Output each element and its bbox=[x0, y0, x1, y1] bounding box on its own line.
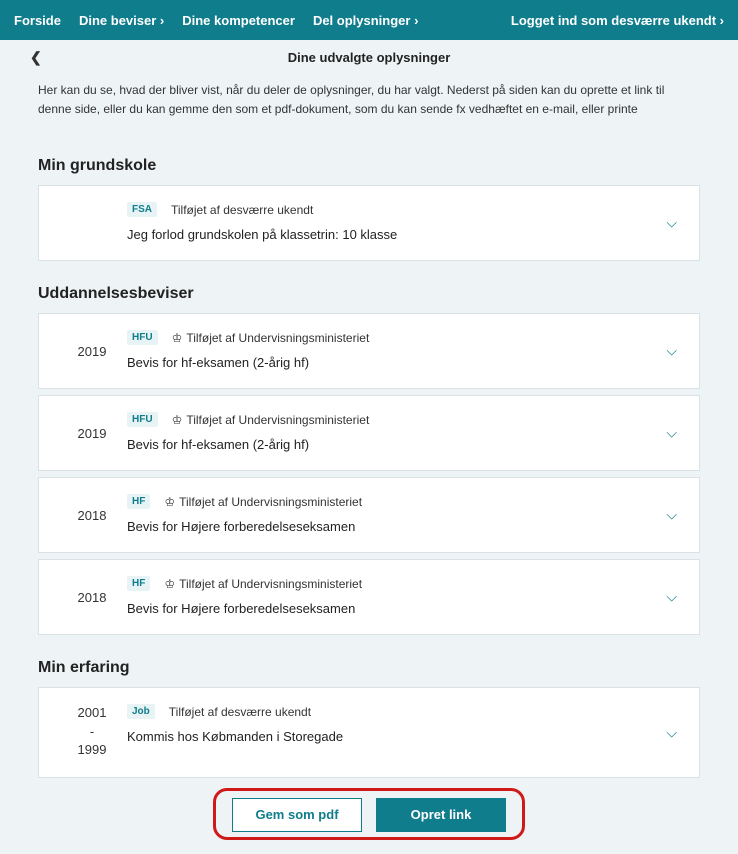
year-col: 2019 bbox=[57, 330, 127, 359]
card-topline: Job Tilføjet af desværre ukendt bbox=[127, 704, 681, 719]
tag-job: Job bbox=[127, 704, 155, 719]
section-erfaring: Min erfaring 2001 - 1999 Job Tilføjet af… bbox=[0, 659, 738, 778]
section-title-grundskole: Min grundskole bbox=[38, 157, 700, 175]
card-desc: Bevis for hf-eksamen (2-årig hf) bbox=[127, 437, 681, 452]
year-col: 2018 bbox=[57, 576, 127, 605]
crown-icon: ♔ bbox=[172, 413, 183, 427]
card-desc: Kommis hos Købmanden i Storegade bbox=[127, 729, 681, 744]
card-topline: HF ♔ Tilføjet af Undervisningsministeriet bbox=[127, 576, 681, 591]
tag-fsa: FSA bbox=[127, 202, 157, 217]
card-body: HFU ♔Tilføjet af Undervisningsministerie… bbox=[127, 412, 681, 452]
chevron-down-icon[interactable]: ⌵ bbox=[666, 589, 677, 606]
uddannelse-card[interactable]: 2019 HFU ♔Tilføjet af Undervisningsminis… bbox=[38, 313, 700, 389]
added-by: Tilføjet af desværre ukendt bbox=[169, 705, 311, 719]
card-body: HF ♔ Tilføjet af Undervisningsministeriet… bbox=[127, 576, 681, 616]
added-by-text: Tilføjet af Undervisningsministeriet bbox=[179, 577, 362, 591]
added-by-text: Tilføjet af Undervisningsministeriet bbox=[186, 331, 369, 345]
year-to: 1999 bbox=[57, 741, 127, 759]
card-desc: Bevis for Højere forberedelseseksamen bbox=[127, 519, 681, 534]
card-body: Job Tilføjet af desværre ukendt Kommis h… bbox=[127, 704, 681, 744]
nav-del-oplysninger[interactable]: Del oplysninger › bbox=[313, 13, 418, 28]
nav-logged-in-user[interactable]: Logget ind som desværre ukendt › bbox=[511, 13, 724, 28]
grundskole-card[interactable]: FSA Tilføjet af desværre ukendt Jeg forl… bbox=[38, 185, 700, 261]
card-desc: Jeg forlod grundskolen på klassetrin: 10… bbox=[127, 227, 681, 242]
chevron-down-icon[interactable]: ⌵ bbox=[666, 507, 677, 524]
uddannelse-card[interactable]: 2018 HF ♔ Tilføjet af Undervisningsminist… bbox=[38, 477, 700, 553]
create-link-button[interactable]: Opret link bbox=[376, 798, 506, 832]
section-uddannelse: Uddannelsesbeviser 2019 HFU ♔Tilføjet af… bbox=[0, 285, 738, 635]
section-title-uddannelse: Uddannelsesbeviser bbox=[38, 285, 700, 303]
card-topline: HFU ♔Tilføjet af Undervisningsministerie… bbox=[127, 412, 681, 427]
chevron-down-icon[interactable]: ⌵ bbox=[666, 724, 677, 741]
added-by-text: Tilføjet af Undervisningsministeriet bbox=[179, 495, 362, 509]
uddannelse-card[interactable]: 2019 HFU ♔Tilføjet af Undervisningsminis… bbox=[38, 395, 700, 471]
card-body: FSA Tilføjet af desværre ukendt Jeg forl… bbox=[127, 202, 681, 242]
subheader: ❮ Dine udvalgte oplysninger bbox=[0, 40, 738, 77]
card-topline: HFU ♔Tilføjet af Undervisningsministerie… bbox=[127, 330, 681, 345]
section-grundskole: Min grundskole FSA Tilføjet af desværre … bbox=[0, 157, 738, 261]
card-body: HFU ♔Tilføjet af Undervisningsministerie… bbox=[127, 330, 681, 370]
year-sep: - bbox=[57, 723, 127, 741]
crown-icon: ♔ bbox=[164, 495, 175, 509]
year-range: 2001 - 1999 bbox=[57, 704, 127, 759]
tag-hf: HF bbox=[127, 576, 150, 591]
nav-dine-beviser[interactable]: Dine beviser › bbox=[79, 13, 164, 28]
card-topline: FSA Tilføjet af desværre ukendt bbox=[127, 202, 681, 217]
nav-forside[interactable]: Forside bbox=[14, 13, 61, 28]
year-from: 2001 bbox=[57, 704, 127, 722]
added-by: ♔ Tilføjet af Undervisningsministeriet bbox=[164, 495, 362, 509]
card-topline: HF ♔ Tilføjet af Undervisningsministeriet bbox=[127, 494, 681, 509]
card-desc: Bevis for hf-eksamen (2-årig hf) bbox=[127, 355, 681, 370]
card-desc: Bevis for Højere forberedelseseksamen bbox=[127, 601, 681, 616]
crown-icon: ♔ bbox=[164, 577, 175, 591]
intro-text: Her kan du se, hvad der bliver vist, når… bbox=[0, 77, 738, 133]
section-title-erfaring: Min erfaring bbox=[38, 659, 700, 677]
chevron-down-icon[interactable]: ⌵ bbox=[666, 425, 677, 442]
save-pdf-button[interactable]: Gem som pdf bbox=[232, 798, 362, 832]
tag-hfu: HFU bbox=[127, 330, 158, 345]
added-by: ♔Tilføjet af Undervisningsministeriet bbox=[172, 413, 370, 427]
page-title: Dine udvalgte oplysninger bbox=[20, 50, 718, 65]
card-body: HF ♔ Tilføjet af Undervisningsministeriet… bbox=[127, 494, 681, 534]
added-by: ♔Tilføjet af Undervisningsministeriet bbox=[172, 331, 370, 345]
tag-hfu: HFU bbox=[127, 412, 158, 427]
nav-dine-kompetencer[interactable]: Dine kompetencer bbox=[182, 13, 295, 28]
nav-left: Forside Dine beviser › Dine kompetencer … bbox=[14, 13, 418, 28]
crown-icon: ♔ bbox=[172, 331, 183, 345]
year-col: 2019 bbox=[57, 412, 127, 441]
back-button[interactable]: ❮ bbox=[30, 49, 42, 66]
chevron-down-icon[interactable]: ⌵ bbox=[666, 343, 677, 360]
footer-bar: Gem som pdf Opret link bbox=[0, 784, 738, 854]
erfaring-card[interactable]: 2001 - 1999 Job Tilføjet af desværre uke… bbox=[38, 687, 700, 778]
uddannelse-card[interactable]: 2018 HF ♔ Tilføjet af Undervisningsminist… bbox=[38, 559, 700, 635]
tag-hf: HF bbox=[127, 494, 150, 509]
year-col: 2018 bbox=[57, 494, 127, 523]
top-nav: Forside Dine beviser › Dine kompetencer … bbox=[0, 0, 738, 40]
added-by: Tilføjet af desværre ukendt bbox=[171, 203, 313, 217]
added-by-text: Tilføjet af Undervisningsministeriet bbox=[186, 413, 369, 427]
chevron-down-icon[interactable]: ⌵ bbox=[666, 215, 677, 232]
year-col bbox=[57, 202, 127, 216]
added-by: ♔ Tilføjet af Undervisningsministeriet bbox=[164, 577, 362, 591]
